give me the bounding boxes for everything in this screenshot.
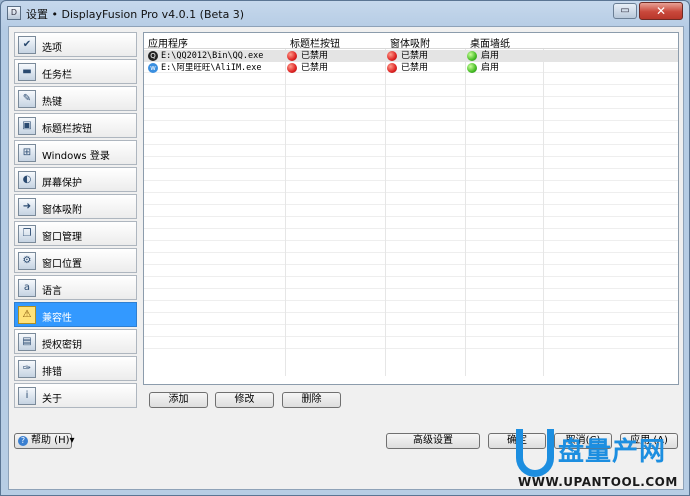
table-grid [144, 49, 678, 376]
help-button[interactable]: ? 帮助 (H)▾ [14, 433, 75, 449]
aliwangwang-icon: w [148, 63, 158, 73]
sidebar-item-12[interactable]: ✑ 排错 [14, 356, 137, 381]
info-icon: i [18, 387, 36, 405]
sidebar-item-label: 热键 [42, 97, 62, 108]
sidebar-item-1[interactable]: ▬ 任务栏 [14, 59, 137, 84]
column-header-window-snap[interactable]: 窗体吸附 [390, 35, 430, 50]
settings-sidebar: ✔ 选项 ▬ 任务栏 ✎ 热键 ▣ 标题栏按钮 ⊞ Windows 登录 ◐ 屏幕保护 ➜ 窗体吸附 ❐ 窗口… [14, 32, 137, 410]
sidebar-item-8[interactable]: ⚙ 窗口位置 [14, 248, 137, 273]
column-header-wallpaper[interactable]: 桌面墙纸 [470, 35, 510, 50]
sidebar-item-label: Windows 登录 [42, 151, 110, 162]
sidebar-item-label: 语言 [42, 286, 62, 297]
sidebar-item-9[interactable]: a 语言 [14, 275, 137, 300]
status-indicator-icon [467, 51, 477, 61]
sidebar-item-3[interactable]: ▣ 标题栏按钮 [14, 113, 137, 138]
app-path: E:\QQ2012\Bin\QQ.exe [161, 51, 264, 61]
app-path: E:\阿里旺旺\AliIM.exe [161, 63, 262, 73]
column-header-titlebar-buttons[interactable]: 标题栏按钮 [290, 35, 340, 50]
window-snap-icon: ➜ [18, 198, 36, 216]
sidebar-item-label: 窗体吸附 [42, 205, 82, 216]
status-indicator-icon [387, 63, 397, 73]
client-area: ✔ 选项 ▬ 任务栏 ✎ 热键 ▣ 标题栏按钮 ⊞ Windows 登录 ◐ 屏幕保护 ➜ 窗体吸附 ❐ 窗口… [8, 26, 684, 490]
status-indicator-icon [287, 51, 297, 61]
compatibility-table[interactable]: 应用程序 标题栏按钮 窗体吸附 桌面墙纸 Q E:\QQ2012\Bin\QQ.e… [143, 32, 679, 385]
windows-logo-icon: ⊞ [18, 144, 36, 162]
app-icon: D [7, 6, 21, 20]
sidebar-item-4[interactable]: ⊞ Windows 登录 [14, 140, 137, 165]
sidebar-item-label: 选项 [42, 43, 62, 54]
add-button[interactable]: 添加 [149, 392, 208, 408]
sidebar-item-7[interactable]: ❐ 窗口管理 [14, 221, 137, 246]
sidebar-item-label: 关于 [42, 394, 62, 405]
wallpaper-status: 启用 [481, 51, 500, 61]
delete-button[interactable]: 删除 [282, 392, 341, 408]
warning-icon: ⚠ [18, 306, 36, 324]
status-indicator-icon [387, 51, 397, 61]
window-title: 设置 • DisplayFusion Pro v4.0.1 (Beta 3) [26, 8, 245, 21]
upantool-watermark: 盘量产网 WWW.UPANTOOL.COM [516, 429, 686, 493]
window-management-icon: ❐ [18, 225, 36, 243]
watermark-logo-u [516, 429, 554, 477]
sidebar-item-label: 窗口位置 [42, 259, 82, 270]
table-header: 应用程序 标题栏按钮 窗体吸附 桌面墙纸 [144, 33, 678, 50]
sidebar-item-2[interactable]: ✎ 热键 [14, 86, 137, 111]
license-key-icon: ▤ [18, 333, 36, 351]
sidebar-item-label: 窗口管理 [42, 232, 82, 243]
snap-status: 已禁用 [401, 51, 429, 61]
sidebar-item-label: 授权密钥 [42, 340, 82, 351]
titlebar-status: 已禁用 [301, 63, 329, 73]
watermark-title: 盘量产网 [558, 437, 667, 467]
sidebar-item-11[interactable]: ▤ 授权密钥 [14, 329, 137, 354]
qq-icon: Q [148, 51, 158, 61]
sidebar-item-label: 标题栏按钮 [42, 124, 92, 135]
column-divider [385, 49, 386, 376]
restore-button[interactable]: ▭ [613, 3, 637, 19]
titlebar-button-icon: ▣ [18, 117, 36, 135]
sidebar-item-label: 兼容性 [42, 313, 72, 324]
table-row[interactable]: w E:\阿里旺旺\AliIM.exe 已禁用 已禁用 启用 [144, 62, 678, 74]
troubleshoot-icon: ✑ [18, 360, 36, 378]
language-icon: a [18, 279, 36, 297]
status-indicator-icon [467, 63, 477, 73]
sidebar-item-label: 排错 [42, 367, 62, 378]
screensaver-icon: ◐ [18, 171, 36, 189]
column-divider [543, 49, 544, 376]
advanced-settings-button[interactable]: 高级设置 [386, 433, 480, 449]
column-divider [465, 49, 466, 376]
options-icon: ✔ [18, 36, 36, 54]
sidebar-item-0[interactable]: ✔ 选项 [14, 32, 137, 57]
snap-status: 已禁用 [401, 63, 429, 73]
help-label: 帮助 (H)▾ [31, 435, 75, 446]
window-position-icon: ⚙ [18, 252, 36, 270]
sidebar-item-label: 屏幕保护 [42, 178, 82, 189]
column-header-application[interactable]: 应用程序 [148, 35, 188, 50]
close-button[interactable]: ✕ [639, 2, 683, 20]
hotkey-icon: ✎ [18, 90, 36, 108]
settings-window: D 设置 • DisplayFusion Pro v4.0.1 (Beta 3)… [0, 0, 690, 496]
sidebar-item-label: 任务栏 [42, 70, 72, 81]
wallpaper-status: 启用 [481, 63, 500, 73]
watermark-url: WWW.UPANTOOL.COM [518, 475, 678, 489]
table-row[interactable]: Q E:\QQ2012\Bin\QQ.exe 已禁用 已禁用 启用 [144, 50, 678, 62]
taskbar-icon: ▬ [18, 63, 36, 81]
status-indicator-icon [287, 63, 297, 73]
edit-button[interactable]: 修改 [215, 392, 274, 408]
sidebar-item-10[interactable]: ⚠ 兼容性 [14, 302, 137, 327]
column-divider [285, 49, 286, 376]
sidebar-item-5[interactable]: ◐ 屏幕保护 [14, 167, 137, 192]
sidebar-item-13[interactable]: i 关于 [14, 383, 137, 408]
sidebar-item-6[interactable]: ➜ 窗体吸附 [14, 194, 137, 219]
title-bar[interactable]: D 设置 • DisplayFusion Pro v4.0.1 (Beta 3)… [1, 1, 689, 25]
help-icon: ? [18, 436, 28, 446]
titlebar-status: 已禁用 [301, 51, 329, 61]
